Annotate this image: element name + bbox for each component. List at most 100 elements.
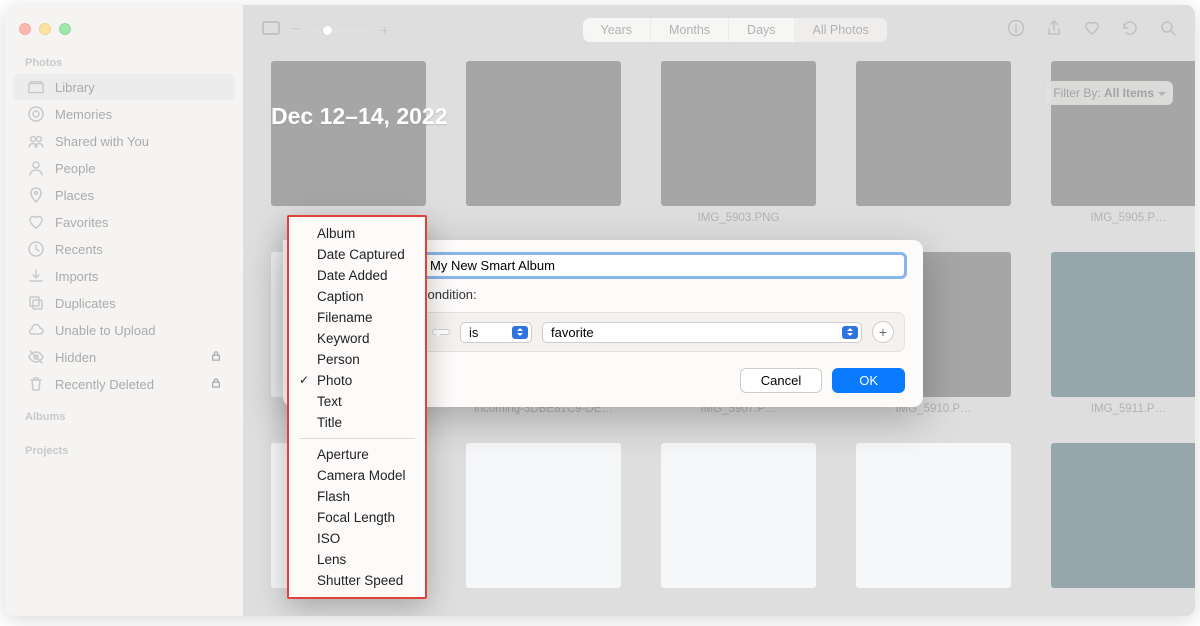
- dd-item-shutter-speed[interactable]: Shutter Speed: [289, 570, 425, 591]
- shared-icon: [27, 133, 45, 149]
- dd-item-filename[interactable]: Filename: [289, 307, 425, 328]
- people-icon: [27, 160, 45, 176]
- cloud-alert-icon: [27, 322, 45, 338]
- sidebar-item-label: Recently Deleted: [55, 377, 154, 392]
- duplicates-icon: [27, 295, 45, 311]
- minimize-window-button[interactable]: [39, 23, 51, 35]
- rotate-icon[interactable]: [1121, 19, 1139, 42]
- sidebar-item-label: Favorites: [55, 215, 108, 230]
- sidebar-item-label: Shared with You: [55, 134, 149, 149]
- date-header: Dec 12–14, 2022: [271, 103, 448, 130]
- dd-item-photo[interactable]: Photo: [289, 370, 425, 391]
- sidebar-item-label: Recents: [55, 242, 103, 257]
- zoom-plus[interactable]: +: [380, 22, 388, 38]
- thumb-item[interactable]: IMG_5903.PNG: [661, 61, 816, 224]
- trash-icon: [27, 376, 45, 392]
- sidebar-item-label: Library: [55, 80, 95, 95]
- rule-row: is favorite +: [421, 312, 905, 352]
- memories-icon: [27, 106, 45, 122]
- thumb-item[interactable]: [466, 443, 621, 588]
- sidebar-item-recently-deleted[interactable]: Recently Deleted: [13, 371, 235, 397]
- sidebar-item-places[interactable]: Places: [13, 182, 235, 208]
- lock-icon: [211, 377, 221, 392]
- sidebar-section-albums[interactable]: Albums: [5, 405, 243, 427]
- cancel-button[interactable]: Cancel: [740, 368, 822, 393]
- traffic-lights: [5, 15, 243, 51]
- info-icon[interactable]: [1007, 19, 1025, 42]
- rule-attribute-popup[interactable]: [432, 329, 450, 335]
- zoom-minus[interactable]: −: [291, 21, 300, 39]
- dd-item-album[interactable]: Album: [289, 223, 425, 244]
- search-icon[interactable]: [1159, 19, 1177, 42]
- ok-button[interactable]: OK: [832, 368, 905, 393]
- close-window-button[interactable]: [19, 23, 31, 35]
- lock-icon: [211, 350, 221, 365]
- dd-item-aperture[interactable]: Aperture: [289, 444, 425, 465]
- thumb-item[interactable]: [856, 443, 1011, 588]
- attribute-dropdown: Album Date Captured Date Added Caption F…: [287, 215, 427, 599]
- sidebar-item-duplicates[interactable]: Duplicates: [13, 290, 235, 316]
- dd-item-focal-length[interactable]: Focal Length: [289, 507, 425, 528]
- rule-value-popup[interactable]: favorite: [542, 322, 862, 343]
- sidebar-item-people[interactable]: People: [13, 155, 235, 181]
- clock-icon: [27, 241, 45, 257]
- dd-item-iso[interactable]: ISO: [289, 528, 425, 549]
- toolbar: − + Years Months Days All Photos: [243, 5, 1195, 55]
- dd-item-person[interactable]: Person: [289, 349, 425, 370]
- dropdown-separator: [299, 438, 415, 439]
- sidebar-item-label: People: [55, 161, 95, 176]
- seg-months[interactable]: Months: [651, 18, 729, 42]
- dd-item-caption[interactable]: Caption: [289, 286, 425, 307]
- sidebar-section-projects[interactable]: Projects: [5, 439, 243, 461]
- thumb-item[interactable]: [661, 443, 816, 588]
- eye-off-icon: [27, 349, 45, 365]
- sidebar-item-library[interactable]: Library: [13, 74, 235, 100]
- sidebar-item-recents[interactable]: Recents: [13, 236, 235, 262]
- sidebar-item-shared[interactable]: Shared with You: [13, 128, 235, 154]
- seg-days[interactable]: Days: [729, 18, 794, 42]
- sidebar-item-label: Unable to Upload: [55, 323, 155, 338]
- sidebar-item-unable-upload[interactable]: Unable to Upload: [13, 317, 235, 343]
- sidebar-item-label: Imports: [55, 269, 98, 284]
- dd-item-text[interactable]: Text: [289, 391, 425, 412]
- filter-button[interactable]: Filter By: All Items: [1044, 81, 1173, 105]
- app-window: Photos Library Memories Shared with You …: [5, 5, 1195, 616]
- dd-item-flash[interactable]: Flash: [289, 486, 425, 507]
- aspect-icon[interactable]: [261, 19, 281, 42]
- sidebar-item-memories[interactable]: Memories: [13, 101, 235, 127]
- sidebar-item-favorites[interactable]: Favorites: [13, 209, 235, 235]
- seg-years[interactable]: Years: [583, 18, 652, 42]
- sidebar-item-label: Hidden: [55, 350, 96, 365]
- sidebar-item-label: Memories: [55, 107, 112, 122]
- library-icon: [27, 79, 45, 95]
- thumb-item[interactable]: [466, 61, 621, 224]
- rule-operator-popup[interactable]: is: [460, 322, 532, 343]
- sidebar-item-label: Places: [55, 188, 94, 203]
- sidebar-section-photos: Photos: [5, 51, 243, 73]
- fullscreen-window-button[interactable]: [59, 23, 71, 35]
- dd-item-camera-model[interactable]: Camera Model: [289, 465, 425, 486]
- favorite-icon[interactable]: [1083, 19, 1101, 42]
- thumb-item[interactable]: IMG_5911.P…: [1051, 252, 1195, 415]
- sidebar-item-imports[interactable]: Imports: [13, 263, 235, 289]
- sidebar-item-hidden[interactable]: Hidden: [13, 344, 235, 370]
- heart-icon: [27, 214, 45, 230]
- thumb-item[interactable]: [856, 61, 1011, 224]
- dd-item-keyword[interactable]: Keyword: [289, 328, 425, 349]
- sidebar: Photos Library Memories Shared with You …: [5, 5, 243, 616]
- dd-item-title[interactable]: Title: [289, 412, 425, 433]
- share-icon[interactable]: [1045, 19, 1063, 42]
- album-name-input[interactable]: [421, 254, 905, 277]
- dd-item-date-captured[interactable]: Date Captured: [289, 244, 425, 265]
- download-icon: [27, 268, 45, 284]
- dd-item-lens[interactable]: Lens: [289, 549, 425, 570]
- thumb-item[interactable]: [271, 61, 426, 224]
- condition-label: condition:: [421, 287, 905, 302]
- add-rule-button[interactable]: +: [872, 321, 894, 343]
- places-icon: [27, 187, 45, 203]
- thumb-item[interactable]: [1051, 443, 1195, 588]
- zoom-slider[interactable]: [310, 29, 370, 32]
- view-segmented-control: Years Months Days All Photos: [583, 18, 887, 42]
- dd-item-date-added[interactable]: Date Added: [289, 265, 425, 286]
- seg-all-photos[interactable]: All Photos: [795, 18, 887, 42]
